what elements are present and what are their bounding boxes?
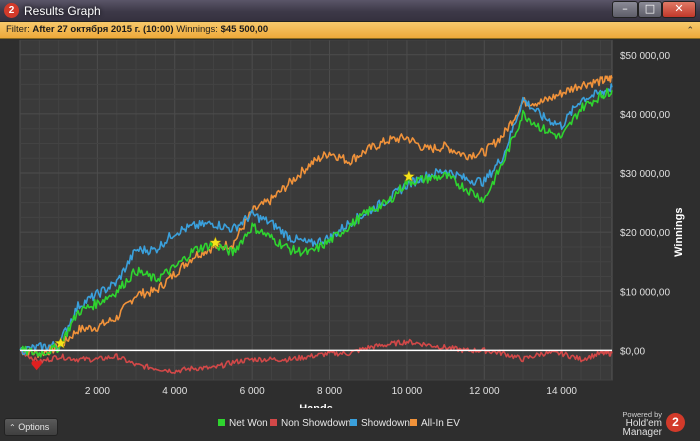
legend-swatch xyxy=(270,419,277,426)
close-button[interactable]: ✕ xyxy=(662,1,696,18)
legend-label: Non Showdown xyxy=(281,418,352,429)
app-logo-icon: 2 xyxy=(4,3,19,18)
x-axis-title: Hands xyxy=(299,403,333,408)
legend-swatch xyxy=(218,419,225,426)
winnings-label: Winnings: xyxy=(176,24,218,35)
chevron-up-icon[interactable]: ⌃ xyxy=(686,23,694,39)
legend-item-all-in-ev[interactable]: All-In EV xyxy=(410,418,460,429)
x-tick-label: 4 000 xyxy=(162,386,187,397)
powered-by: Powered by Hold'em Manager xyxy=(586,410,662,438)
legend-label: Net Won xyxy=(229,418,268,429)
results-chart: 2 000 4 000 6 000 8 000 10 000 12 000 14 000 $0… xyxy=(0,39,700,415)
x-tick-label: 6 000 xyxy=(240,386,265,397)
legend-swatch xyxy=(410,419,417,426)
filter-prefix: Filter: xyxy=(6,24,30,35)
y-tick-label: $20 000,00 xyxy=(620,228,670,239)
legend-item-non-showdown[interactable]: Non Showdown xyxy=(270,418,351,429)
window-title: Results Graph xyxy=(24,4,101,18)
y-tick-label: $50 000,00 xyxy=(620,51,670,62)
legend-item-showdown[interactable]: Showdown xyxy=(350,418,410,429)
minimize-button[interactable]: – xyxy=(612,1,638,18)
x-tick-label: 2 000 xyxy=(85,386,110,397)
x-tick-label: 8 000 xyxy=(317,386,342,397)
filter-text: After 27 октября 2015 г. (10:00) xyxy=(32,24,174,35)
legend-swatch xyxy=(350,419,357,426)
legend-label: Showdown xyxy=(361,418,410,429)
y-tick-label: $30 000,00 xyxy=(620,169,670,180)
y-axis-title: Winnings xyxy=(673,207,685,256)
results-chart-svg: 2 000 4 000 6 000 8 000 10 000 12 000 14 000 $0… xyxy=(19,39,685,415)
brand-name: Hold'em Manager xyxy=(622,418,662,438)
holdem-manager-logo-icon: 2 xyxy=(666,413,685,432)
maximize-button[interactable]: □ xyxy=(638,1,662,18)
x-tick-label: 10 000 xyxy=(392,386,423,397)
x-tick-label: 14 000 xyxy=(546,386,577,397)
winnings-value: $45 500,00 xyxy=(220,24,269,35)
legend-label: All-In EV xyxy=(421,418,460,429)
legend-item-net-won[interactable]: Net Won xyxy=(218,418,268,429)
filter-bar[interactable]: Filter: After 27 октября 2015 г. (10:00)… xyxy=(0,22,700,39)
y-tick-label: $40 000,00 xyxy=(620,110,670,121)
y-tick-label: $0,00 xyxy=(620,346,645,357)
y-tick-label: $10 000,00 xyxy=(620,287,670,298)
x-tick-label: 12 000 xyxy=(469,386,500,397)
window-titlebar[interactable]: 2 Results Graph – □ ✕ xyxy=(0,0,700,22)
